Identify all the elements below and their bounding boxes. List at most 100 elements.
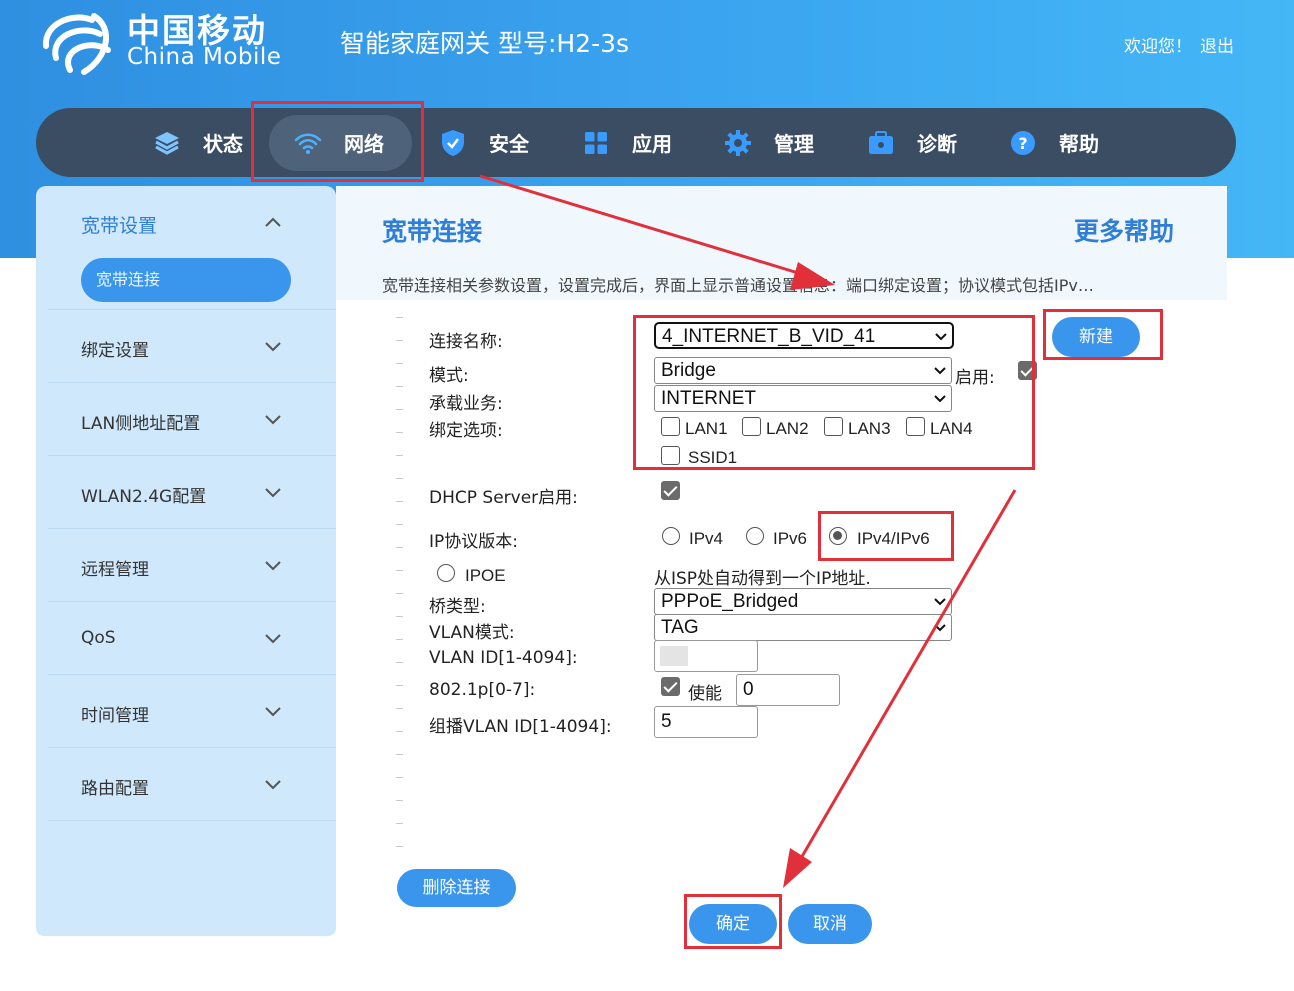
- gear-icon: [724, 129, 752, 157]
- more-help-link[interactable]: 更多帮助: [1074, 212, 1174, 248]
- ip-version-label: IP协议版本:: [429, 532, 518, 552]
- ipv6-radio[interactable]: [746, 527, 764, 545]
- welcome-text: 欢迎您！: [1124, 37, 1192, 57]
- annotation-box-confirm: [684, 894, 782, 949]
- sidebar-group-label: 绑定设置: [81, 341, 149, 361]
- divider: [396, 593, 403, 594]
- divider: [48, 309, 336, 310]
- chevron-down-icon: [934, 598, 946, 606]
- divider: [396, 777, 403, 778]
- sidebar-group-label: 远程管理: [81, 560, 149, 580]
- chevron-down-icon: [265, 488, 281, 498]
- ipoe-label: IPOE: [465, 566, 506, 585]
- sidebar-item-broadband-connection[interactable]: 宽带连接: [81, 258, 291, 302]
- divider: [48, 674, 336, 675]
- divider: [48, 747, 336, 748]
- bridge-type-value: PPPoE_Bridged: [661, 591, 799, 612]
- nav-label: 诊断: [917, 132, 957, 156]
- toolbox-icon: [867, 129, 895, 157]
- divider: [48, 382, 336, 383]
- nav-item-help[interactable]: ? 帮助: [1009, 108, 1099, 177]
- divider: [396, 363, 403, 364]
- sidebar-group-label: 宽带设置: [81, 215, 158, 237]
- cancel-button[interactable]: 取消: [788, 904, 872, 944]
- vlan-id-label: VLAN ID[1-4094]:: [429, 648, 578, 668]
- redacted-value: [660, 646, 688, 666]
- annotation-box-network: [251, 101, 424, 182]
- nav-label: 状态: [203, 132, 243, 156]
- divider: [396, 432, 403, 433]
- ipv4-radio[interactable]: [662, 527, 680, 545]
- divider: [48, 528, 336, 529]
- svg-text:?: ?: [1018, 134, 1027, 153]
- sidebar-group-label: 时间管理: [81, 706, 149, 726]
- nav-label: 管理: [774, 132, 814, 156]
- annotation-box-form: [633, 315, 1035, 470]
- bridge-type-select[interactable]: PPPoE_Bridged: [654, 588, 952, 615]
- vlan-mode-value: TAG: [661, 617, 699, 638]
- chevron-down-icon: [265, 780, 281, 790]
- nav-item-security[interactable]: 安全: [439, 108, 529, 177]
- bind-options-label: 绑定选项:: [429, 421, 503, 441]
- divider: [396, 846, 403, 847]
- ipv4-label: IPv4: [689, 529, 724, 548]
- shield-icon: [439, 129, 467, 157]
- divider: [396, 340, 403, 341]
- multicast-vlan-input[interactable]: 5: [654, 706, 758, 738]
- chevron-down-icon: [265, 634, 281, 644]
- divider: [396, 317, 403, 318]
- service-label: 承载业务:: [429, 394, 503, 414]
- layers-icon: [153, 129, 181, 157]
- chevron-down-icon: [265, 707, 281, 717]
- page-description: 宽带连接相关参数设置，设置完成后，界面上显示普通设置信息：端口绑定设置；协议模式…: [382, 276, 1094, 295]
- sidebar: 宽带设置 宽带连接 绑定设置 LAN侧地址配置 WLAN2.4G配置 远程管理 …: [36, 186, 336, 936]
- annotation-box-new: [1043, 309, 1163, 360]
- sidebar-group-label: LAN侧地址配置: [81, 414, 201, 434]
- ipoe-description: 从ISP处自动得到一个IP地址.: [654, 569, 871, 589]
- divider: [396, 731, 403, 732]
- dot1p-enable-checkbox[interactable]: [661, 677, 680, 696]
- nav-item-diagnose[interactable]: 诊断: [867, 108, 957, 177]
- delete-connection-button[interactable]: 删除连接: [397, 869, 516, 907]
- chevron-down-icon: [934, 624, 946, 632]
- divider: [396, 662, 403, 663]
- divider: [396, 409, 403, 410]
- nav-item-status[interactable]: 状态: [153, 108, 243, 177]
- grid-icon: [582, 129, 610, 157]
- dot1p-input[interactable]: 0: [736, 674, 840, 706]
- divider: [396, 478, 403, 479]
- nav-item-apps[interactable]: 应用: [582, 108, 672, 177]
- divider: [48, 820, 336, 821]
- divider: [396, 547, 403, 548]
- divider: [396, 639, 403, 640]
- brand-name-en: China Mobile: [127, 44, 282, 70]
- dot1p-enable-label: 使能: [688, 684, 722, 704]
- chevron-down-icon: [265, 415, 281, 425]
- sidebar-group-label: WLAN2.4G配置: [81, 487, 207, 507]
- page-title: 宽带连接: [382, 217, 483, 246]
- chevron-down-icon: [265, 561, 281, 571]
- divider: [396, 685, 403, 686]
- dot1p-label: 802.1p[0-7]:: [429, 680, 536, 700]
- divider: [396, 455, 403, 456]
- divider: [396, 524, 403, 525]
- divider: [48, 601, 336, 602]
- china-mobile-logo-icon: [42, 13, 111, 75]
- multicast-vlan-label: 组播VLAN ID[1-4094]:: [429, 717, 612, 737]
- main-nav: 状态 网络 安全 应用 管理 诊断 ? 帮助: [36, 108, 1236, 177]
- divider: [396, 800, 403, 801]
- vlan-mode-select[interactable]: TAG: [654, 614, 952, 641]
- divider: [396, 754, 403, 755]
- vlan-id-input[interactable]: [654, 640, 758, 672]
- nav-label: 安全: [489, 132, 529, 156]
- ipoe-radio[interactable]: [437, 564, 455, 582]
- logout-link[interactable]: 退出: [1200, 32, 1234, 57]
- bridge-type-label: 桥类型:: [429, 597, 486, 617]
- connection-name-label: 连接名称:: [429, 332, 503, 352]
- divider: [396, 386, 403, 387]
- mode-label: 模式:: [429, 366, 469, 386]
- annotation-box-ipversion: [818, 511, 954, 561]
- nav-item-manage[interactable]: 管理: [724, 108, 814, 177]
- dhcp-checkbox[interactable]: [661, 481, 680, 500]
- divider: [396, 823, 403, 824]
